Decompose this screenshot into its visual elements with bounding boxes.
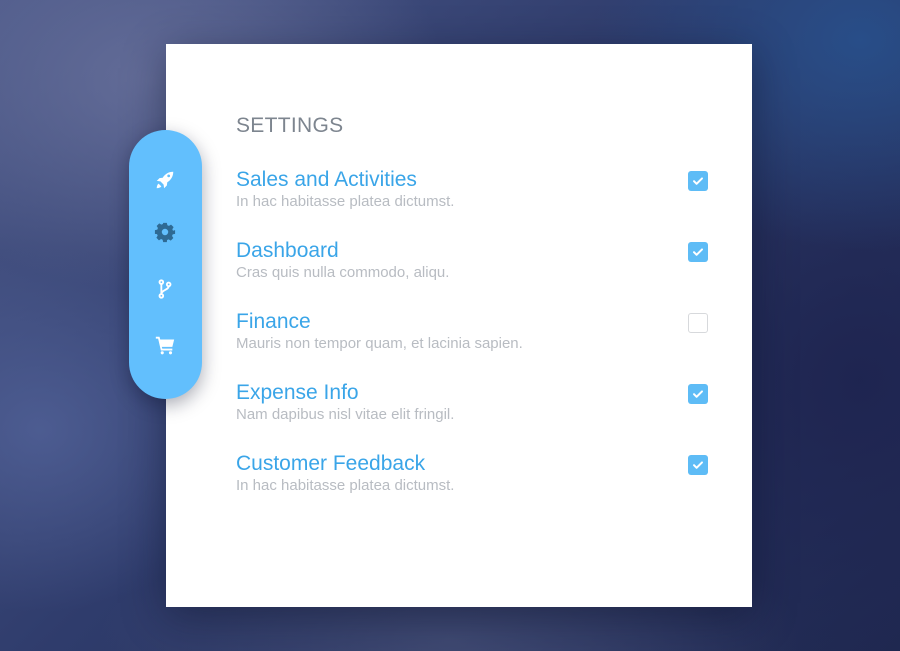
checkmark-icon bbox=[693, 248, 703, 256]
settings-item-expense-info: Expense Info Nam dapibus nisl vitae elit… bbox=[236, 380, 716, 451]
checkmark-icon bbox=[693, 390, 703, 398]
checkbox[interactable] bbox=[688, 313, 708, 333]
checkmark-icon bbox=[693, 177, 703, 185]
checkbox[interactable] bbox=[688, 171, 708, 191]
settings-list: Sales and Activities In hac habitasse pl… bbox=[236, 167, 716, 522]
sidebar-item-cart[interactable] bbox=[153, 333, 177, 357]
item-subtitle: Mauris non tempor quam, et lacinia sapie… bbox=[236, 335, 523, 352]
checkbox[interactable] bbox=[688, 242, 708, 262]
item-title: Expense Info bbox=[236, 381, 359, 404]
checkbox[interactable] bbox=[688, 384, 708, 404]
sidebar-item-settings[interactable] bbox=[153, 220, 177, 244]
gear-icon bbox=[154, 222, 176, 243]
checkmark-icon bbox=[693, 461, 703, 469]
item-title: Customer Feedback bbox=[236, 452, 426, 475]
item-subtitle: In hac habitasse platea dictumst. bbox=[236, 477, 455, 494]
item-subtitle: Nam dapibus nisl vitae elit fringil. bbox=[236, 406, 455, 423]
page-title: SETTINGS bbox=[236, 114, 344, 137]
item-title: Finance bbox=[236, 310, 311, 333]
settings-item-sales-and-activities: Sales and Activities In hac habitasse pl… bbox=[236, 167, 716, 238]
item-title: Sales and Activities bbox=[236, 168, 417, 191]
settings-item-customer-feedback: Customer Feedback In hac habitasse plate… bbox=[236, 451, 716, 522]
rocket-icon bbox=[156, 171, 174, 189]
cart-icon bbox=[155, 336, 175, 355]
settings-card: SETTINGS Sales and Activities In hac hab… bbox=[166, 44, 752, 607]
item-title: Dashboard bbox=[236, 239, 339, 262]
checkbox[interactable] bbox=[688, 455, 708, 475]
item-subtitle: Cras quis nulla commodo, aliqu. bbox=[236, 264, 450, 281]
sidebar-item-branch[interactable] bbox=[153, 277, 177, 301]
sidebar-rail bbox=[129, 130, 202, 399]
sidebar-item-rocket[interactable] bbox=[153, 168, 177, 192]
settings-item-finance: Finance Mauris non tempor quam, et lacin… bbox=[236, 309, 716, 380]
git-branch-icon bbox=[158, 279, 172, 299]
item-subtitle: In hac habitasse platea dictumst. bbox=[236, 193, 455, 210]
settings-item-dashboard: Dashboard Cras quis nulla commodo, aliqu… bbox=[236, 238, 716, 309]
